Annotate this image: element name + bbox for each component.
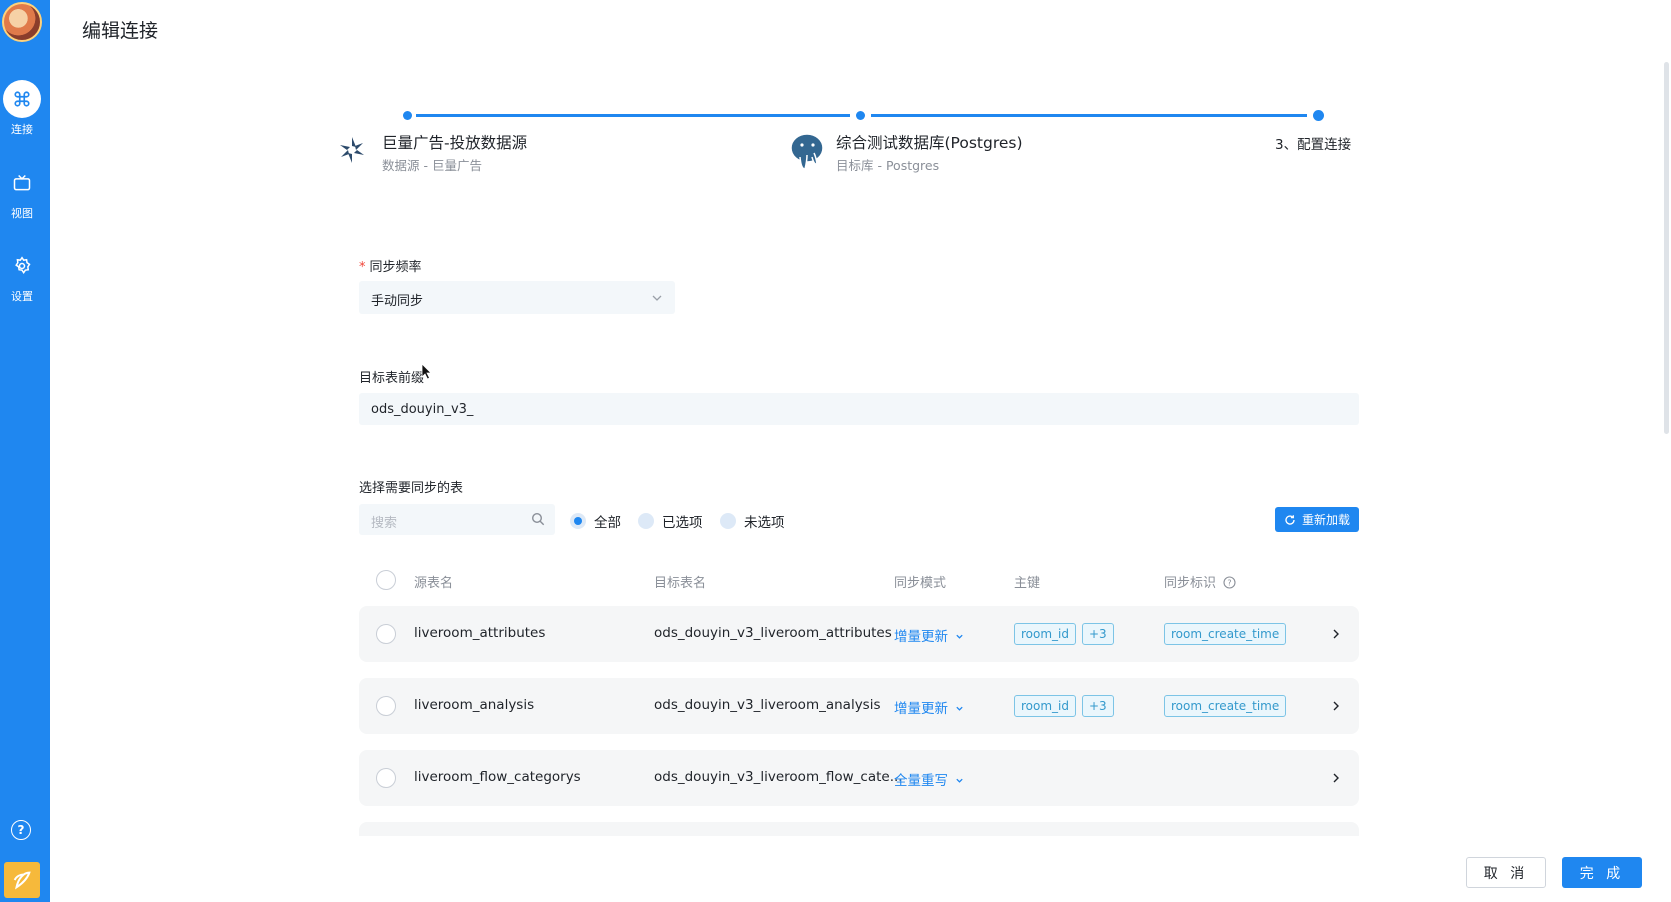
sync-flag-tag: room_create_time [1164,623,1287,645]
filter-all-radio[interactable]: 全部 [570,511,621,531]
reload-label: 重新加载 [1301,513,1350,527]
command-icon [3,80,41,118]
sync-mode-dropdown[interactable]: 增量更新 [894,697,964,717]
header-source: 源表名 [414,576,454,591]
chevron-right-icon[interactable] [1331,767,1341,789]
radio-checked-icon [570,513,586,529]
tv-icon [3,164,41,202]
source-table-name: liveroom_analysis [414,697,535,713]
filter-selected-label: 已选项 [662,515,703,531]
cancel-button[interactable]: 取 消 [1466,857,1546,888]
target-table-name: ods_douyin_v3_liveroom_analysis [654,697,881,713]
postgres-logo-icon [788,131,826,175]
sidebar-item-label: 设置 [11,290,33,303]
primary-key-more-tag[interactable]: +3 [1082,695,1114,717]
search-icon [531,512,545,526]
sync-frequency-select[interactable]: 手动同步 [359,281,675,314]
step2-title: 综合测试数据库(Postgres) [836,134,1023,152]
chevron-down-icon [956,634,963,639]
chevron-down-icon [956,706,963,711]
table-row[interactable]: liveroom_flow_categorys ods_douyin_v3_li… [359,750,1359,806]
target-table-name: ods_douyin_v3_liveroom_flow_cate... [654,769,903,785]
sidebar-item-label: 连接 [11,123,33,136]
step-connector [416,114,850,117]
mouse-cursor-icon [421,363,432,380]
required-mark: * [359,260,366,275]
step2-subtitle: 目标库 - Postgres [836,158,940,173]
header-pk: 主键 [1014,576,1041,591]
step1-title: 巨量广告-投放数据源 [382,134,528,152]
sync-frequency-label: * 同步频率 [359,260,422,275]
table-prefix-label: 目标表前缀 [359,371,425,386]
primary-key-tag: room_id [1014,623,1076,645]
page-title: 编辑连接 [82,20,159,42]
chevron-down-icon [956,778,963,783]
table-row-partial [359,822,1359,836]
filter-all-label: 全部 [594,515,621,531]
sync-flag-tag: room_create_time [1164,695,1287,717]
sync-mode-dropdown[interactable]: 全量重写 [894,769,964,789]
refresh-icon [1285,514,1295,525]
search-placeholder: 搜索 [371,516,398,531]
filter-unselected-radio[interactable]: 未选项 [720,511,785,531]
step-dot [403,111,412,120]
row-checkbox[interactable] [376,624,396,644]
table-row[interactable]: liveroom_analysis ods_douyin_v3_liveroom… [359,678,1359,734]
sync-frequency-value: 手动同步 [371,294,424,309]
filter-selected-radio[interactable]: 已选项 [638,511,703,531]
step-dot [856,111,865,120]
header-target: 目标表名 [654,576,707,591]
primary-key-tag: room_id [1014,695,1076,717]
reload-button[interactable]: 重新加载 [1275,507,1359,532]
target-table-name: ods_douyin_v3_liveroom_attributes [654,625,892,641]
step1-subtitle: 数据源 - 巨量广告 [382,158,482,173]
filter-unselected-label: 未选项 [744,515,785,531]
sidebar-item-settings[interactable]: 设置 [0,247,44,304]
sidebar-item-views[interactable]: 视图 [0,164,44,221]
select-tables-label: 选择需要同步的表 [359,481,464,496]
source-logo-icon [337,134,367,170]
scrollbar-thumb[interactable] [1664,62,1669,434]
done-button[interactable]: 完 成 [1562,857,1642,888]
select-all-checkbox[interactable] [376,570,396,590]
row-checkbox[interactable] [376,696,396,716]
source-table-name: liveroom_attributes [414,625,546,641]
help-icon[interactable]: ? [11,820,31,840]
step-dot [1313,110,1324,121]
step-connector [871,114,1307,117]
step3-title: 3、配置连接 [1275,137,1352,153]
radio-unchecked-icon [720,513,736,529]
row-checkbox[interactable] [376,768,396,788]
gear-icon [3,247,41,285]
radio-unchecked-icon [638,513,654,529]
sidebar: 连接 视图 设置 ? [0,0,50,902]
source-table-name: liveroom_flow_categorys [414,769,581,785]
chevron-right-icon[interactable] [1331,623,1341,645]
help-circle-icon[interactable]: ? [1223,576,1236,589]
svg-text:?: ? [1228,579,1232,588]
primary-key-more-tag[interactable]: +3 [1082,623,1114,645]
chevron-right-icon[interactable] [1331,695,1341,717]
sidebar-item-label: 视图 [11,207,33,220]
search-input[interactable]: 搜索 [359,504,555,535]
brand-logo-icon[interactable] [4,862,40,898]
chevron-down-icon [652,295,662,301]
table-prefix-input[interactable] [359,393,1359,425]
sidebar-item-connections[interactable]: 连接 [0,80,44,137]
avatar[interactable] [2,2,42,42]
table-header: 源表名 目标表名 同步模式 主键 同步标识 ? [359,570,1359,591]
header-flag: 同步标识 ? [1164,572,1236,591]
sync-mode-dropdown[interactable]: 增量更新 [894,625,964,645]
table-row[interactable]: liveroom_attributes ods_douyin_v3_livero… [359,606,1359,662]
header-mode: 同步模式 [894,576,947,591]
